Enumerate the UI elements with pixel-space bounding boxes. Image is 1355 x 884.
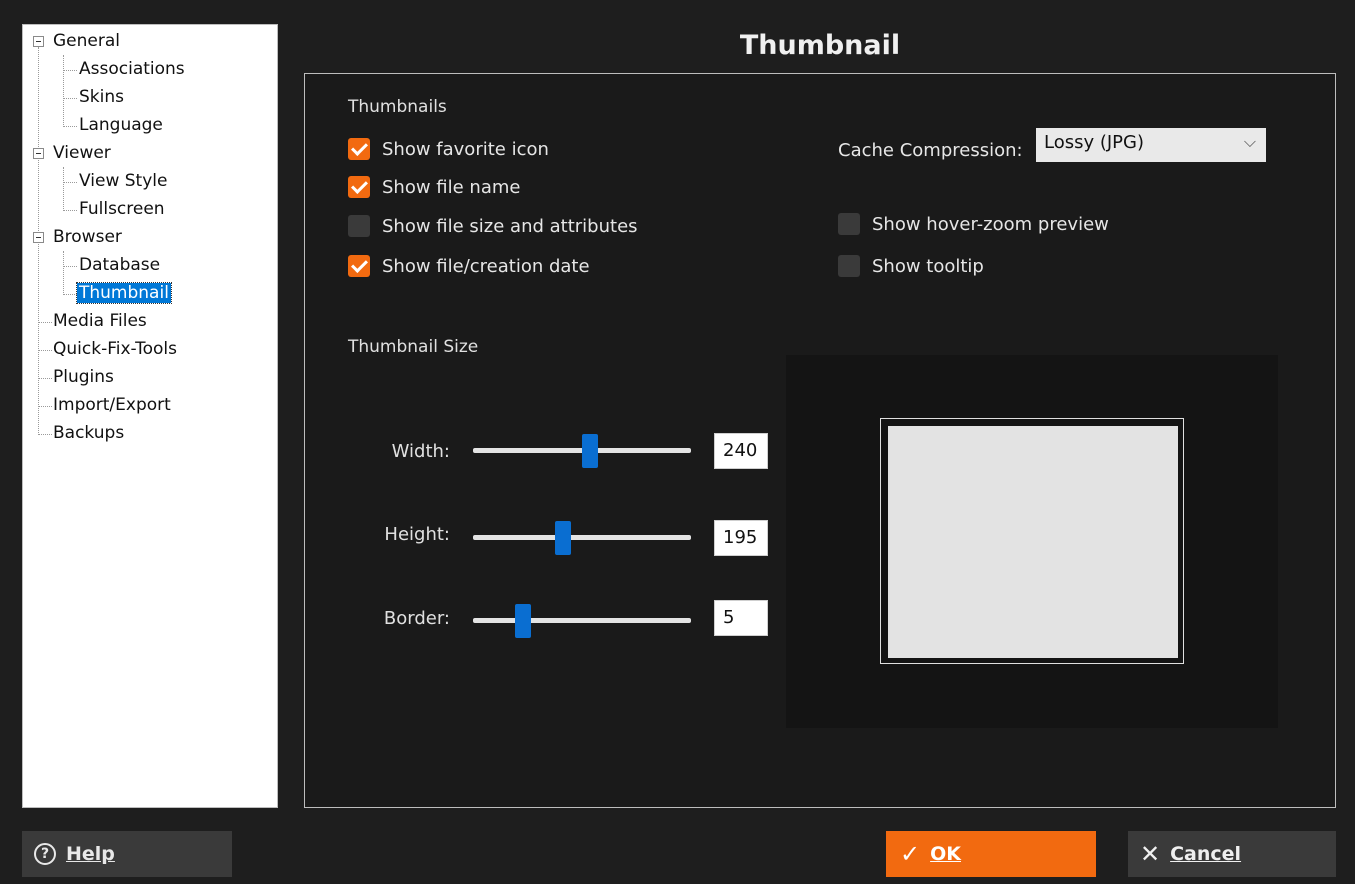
tree-item-viewer[interactable]: Viewer — [53, 139, 111, 167]
tree-item-label: Associations — [79, 59, 185, 79]
tree-item-skins[interactable]: Skins — [79, 83, 124, 111]
tree-item-label: Viewer — [53, 143, 111, 163]
tree-item-plugins[interactable]: Plugins — [53, 363, 114, 391]
collapse-toggle-icon[interactable] — [33, 148, 44, 159]
thumbnail-size-section-label: Thumbnail Size — [348, 337, 479, 357]
tree-connector — [38, 434, 52, 435]
settings-tree: General Associations Skins Language View… — [22, 24, 278, 808]
checkbox-label: Show file size and attributes — [382, 215, 638, 237]
border-slider-thumb[interactable] — [515, 604, 531, 638]
tree-item-view-style[interactable]: View Style — [79, 167, 167, 195]
checkbox-label: Show favorite icon — [382, 138, 549, 160]
tree-item-fullscreen[interactable]: Fullscreen — [79, 195, 165, 223]
width-input[interactable]: 240 — [714, 433, 768, 469]
checkbox-label: Show tooltip — [872, 255, 984, 277]
tree-item-label: Media Files — [53, 311, 147, 331]
checkbox-unchecked-icon — [348, 215, 370, 237]
tree-item-label: General — [53, 31, 120, 51]
width-label: Width: — [391, 441, 450, 462]
height-label: Height: — [384, 524, 450, 545]
show-file-size-checkbox[interactable]: Show file size and attributes — [348, 215, 638, 237]
tree-item-label: Skins — [79, 87, 124, 107]
checkbox-unchecked-icon — [838, 213, 860, 235]
tree-connector — [63, 251, 64, 295]
checkbox-label: Show file name — [382, 176, 521, 198]
help-button-label: Help — [66, 843, 115, 865]
tree-item-import-export[interactable]: Import/Export — [53, 391, 171, 419]
tree-connector — [63, 182, 77, 183]
tree-connector — [38, 378, 52, 379]
show-file-name-checkbox[interactable]: Show file name — [348, 176, 520, 198]
border-label: Border: — [383, 608, 450, 629]
tree-item-language[interactable]: Language — [79, 111, 163, 139]
border-slider[interactable] — [473, 618, 691, 623]
height-input[interactable]: 195 — [714, 520, 768, 556]
chevron-down-icon: ⌵ — [1243, 132, 1256, 151]
width-slider-thumb[interactable] — [582, 434, 598, 468]
x-icon: ✕ — [1140, 840, 1161, 868]
tree-item-browser[interactable]: Browser — [53, 223, 122, 251]
cancel-button-label: Cancel — [1170, 843, 1242, 865]
tree-connector — [63, 98, 77, 99]
collapse-toggle-icon[interactable] — [33, 36, 44, 47]
tree-item-label: Backups — [53, 423, 125, 443]
checkbox-label: Show file/creation date — [382, 255, 590, 277]
tree-connector — [38, 406, 52, 407]
thumbnail-preview-image — [888, 426, 1178, 658]
tree-connector — [63, 126, 77, 127]
cache-compression-label: Cache Compression: — [838, 140, 1023, 161]
question-circle-icon: ? — [34, 843, 56, 865]
tree-item-label: Plugins — [53, 367, 114, 387]
show-file-creation-date-checkbox[interactable]: Show file/creation date — [348, 255, 590, 277]
show-hover-zoom-preview-checkbox[interactable]: Show hover-zoom preview — [838, 213, 1109, 235]
cache-compression-select[interactable]: Lossy (JPG) ⌵ — [1036, 128, 1266, 162]
border-input[interactable]: 5 — [714, 600, 768, 636]
tree-item-thumbnail[interactable]: Thumbnail — [76, 279, 172, 307]
tree-connector — [63, 167, 64, 211]
checkbox-unchecked-icon — [838, 255, 860, 277]
height-slider[interactable] — [473, 535, 691, 540]
tree-connector — [38, 350, 52, 351]
checkbox-checked-icon — [348, 255, 370, 277]
tree-connector — [63, 70, 77, 71]
checkbox-checked-icon — [348, 176, 370, 198]
checkbox-label: Show hover-zoom preview — [872, 213, 1109, 235]
tree-item-backups[interactable]: Backups — [53, 419, 124, 447]
tree-connector — [63, 210, 77, 211]
page-title: Thumbnail — [739, 30, 901, 61]
tree-connector — [38, 322, 52, 323]
tree-connector — [63, 266, 77, 267]
show-favorite-icon-checkbox[interactable]: Show favorite icon — [348, 138, 549, 160]
tree-item-label: Language — [79, 115, 163, 135]
tree-item-label: Quick-Fix-Tools — [53, 339, 177, 359]
tree-item-quick-fix-tools[interactable]: Quick-Fix-Tools — [53, 335, 177, 363]
tree-item-label: Database — [79, 255, 161, 275]
tree-item-label: Browser — [53, 227, 122, 247]
ok-button-label: OK — [930, 843, 961, 865]
tree-connector — [63, 55, 64, 127]
tree-item-database[interactable]: Database — [79, 251, 160, 279]
help-button[interactable]: ? Help — [22, 831, 232, 877]
collapse-toggle-icon[interactable] — [33, 232, 44, 243]
thumbnails-section-label: Thumbnails — [348, 97, 447, 117]
tree-item-label: View Style — [79, 171, 168, 191]
show-tooltip-checkbox[interactable]: Show tooltip — [838, 255, 984, 277]
tree-item-label: Thumbnail — [76, 282, 172, 304]
checkmark-icon: ✓ — [900, 840, 921, 868]
ok-button[interactable]: ✓ OK — [886, 831, 1096, 877]
cancel-button[interactable]: ✕ Cancel — [1128, 831, 1336, 877]
tree-item-label: Import/Export — [53, 395, 171, 415]
tree-item-media-files[interactable]: Media Files — [53, 307, 147, 335]
tree-item-associations[interactable]: Associations — [79, 55, 185, 83]
cache-compression-value: Lossy (JPG) — [1044, 132, 1145, 153]
height-slider-thumb[interactable] — [555, 521, 571, 555]
tree-item-general[interactable]: General — [53, 27, 120, 55]
tree-item-label: Fullscreen — [79, 199, 165, 219]
checkbox-checked-icon — [348, 138, 370, 160]
tree-connector — [63, 294, 77, 295]
